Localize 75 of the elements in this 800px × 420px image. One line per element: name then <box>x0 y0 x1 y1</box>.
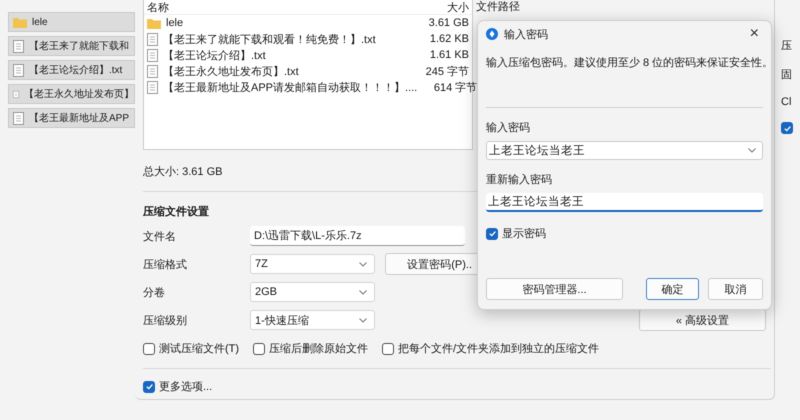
file-size: 1.61 KB <box>428 49 469 61</box>
list-item[interactable]: 【老王论坛介绍】.txt <box>8 60 135 80</box>
document-icon <box>147 64 158 78</box>
setting-label: Cl <box>781 96 792 108</box>
field-label: 文件名 <box>143 230 177 244</box>
chevron-down-icon <box>359 318 367 322</box>
checkbox[interactable] <box>143 380 155 392</box>
checkbox-label: 压缩后删除原始文件 <box>269 342 368 356</box>
checkbox[interactable] <box>486 228 498 240</box>
dialog-title: 输入密码 <box>504 28 548 42</box>
chevron-down-icon <box>748 148 756 153</box>
dialog-button[interactable]: 密码管理器... <box>486 278 623 300</box>
advanced-settings-button[interactable]: « 高级设置 <box>639 309 766 331</box>
close-button[interactable]: × <box>746 26 763 42</box>
checkbox[interactable] <box>253 342 266 354</box>
setting-label: 压 <box>781 39 793 53</box>
checkbox-label: 显示密码 <box>502 226 546 241</box>
set-password-button[interactable]: 设置密码(P).. <box>385 253 479 275</box>
item-label: 【老王最新地址及APP <box>29 112 130 125</box>
field-label: 分卷 <box>143 286 166 300</box>
document-icon <box>147 80 158 94</box>
list-item[interactable]: 【老王来了就能下载和 <box>8 36 135 56</box>
file-size: 1.62 KB <box>428 33 469 45</box>
dialog-button[interactable]: 取消 <box>708 278 763 300</box>
dialog-button[interactable]: 确定 <box>646 278 699 300</box>
checkbox-label: 测试压缩文件(T) <box>159 342 240 356</box>
field-label: 重新输入密码 <box>486 172 553 187</box>
file-size: 3.61 GB <box>428 17 469 29</box>
field-label: 输入密码 <box>486 120 531 135</box>
field-label: 压缩格式 <box>143 258 188 272</box>
document-icon <box>147 48 158 62</box>
list-item[interactable]: 【老王永久地址发布页】 <box>8 84 135 104</box>
document-icon <box>13 40 24 52</box>
dropdown[interactable]: 1-快速压缩 <box>250 310 375 330</box>
list-item[interactable]: 【老王最新地址及APP <box>8 108 135 128</box>
list-item[interactable]: lele <box>8 12 135 32</box>
file-name: lele <box>166 17 184 29</box>
dropdown[interactable]: 7Z <box>250 254 375 274</box>
chevron-down-icon <box>359 262 367 266</box>
document-icon <box>13 112 24 124</box>
file-size: 614 字节 <box>432 80 478 94</box>
check-icon <box>782 124 792 132</box>
setting-label: 固 <box>781 68 793 82</box>
checkbox-label: 把每个文件/文件夹添加到独立的压缩文件 <box>398 342 600 356</box>
column-header[interactable]: 名称 <box>147 0 409 15</box>
document-icon <box>147 32 158 46</box>
item-label: 【老王来了就能下载和 <box>29 40 129 53</box>
field-label: 压缩级别 <box>143 314 188 328</box>
folder-icon <box>147 18 161 28</box>
document-icon <box>13 64 24 76</box>
folder-icon <box>13 16 27 28</box>
column-header[interactable]: 文件路径 <box>476 0 520 14</box>
file-name: 【老王论坛介绍】.txt <box>163 48 266 62</box>
file-size: 245 字节 <box>424 64 469 78</box>
checkbox[interactable] <box>781 122 793 134</box>
app-logo-icon <box>486 28 498 40</box>
file-name: 【老王来了就能下载和观看！纯免费！】.txt <box>163 32 376 46</box>
check-icon <box>144 382 154 391</box>
file-name: 【老王最新地址及APP请发邮箱自动获取！！！】.... <box>163 80 418 94</box>
filename-field[interactable]: D:\迅雷下载\L-乐乐.7z <box>250 226 465 246</box>
section-title: 压缩文件设置 <box>143 204 210 219</box>
check-icon <box>488 229 496 238</box>
confirm-password-field[interactable]: 上老王论坛当老王 <box>486 193 763 212</box>
chevron-down-icon <box>359 290 367 294</box>
checkbox[interactable] <box>143 342 155 354</box>
file-name: 【老王永久地址发布页】.txt <box>163 64 299 78</box>
checkbox-label: 更多选项... <box>159 380 212 394</box>
column-header[interactable]: 大小 <box>409 0 469 15</box>
item-label: lele <box>32 16 48 28</box>
password-field[interactable]: 上老王论坛当老王 <box>486 141 763 160</box>
item-label: 【老王论坛介绍】.txt <box>29 64 122 77</box>
checkbox[interactable] <box>382 342 394 354</box>
dialog-description: 输入压缩包密码。建议使用至少 8 位的密码来保证安全性。 <box>486 56 763 71</box>
item-label: 【老王永久地址发布页】 <box>24 88 134 101</box>
dropdown[interactable]: 2GB <box>250 282 375 302</box>
